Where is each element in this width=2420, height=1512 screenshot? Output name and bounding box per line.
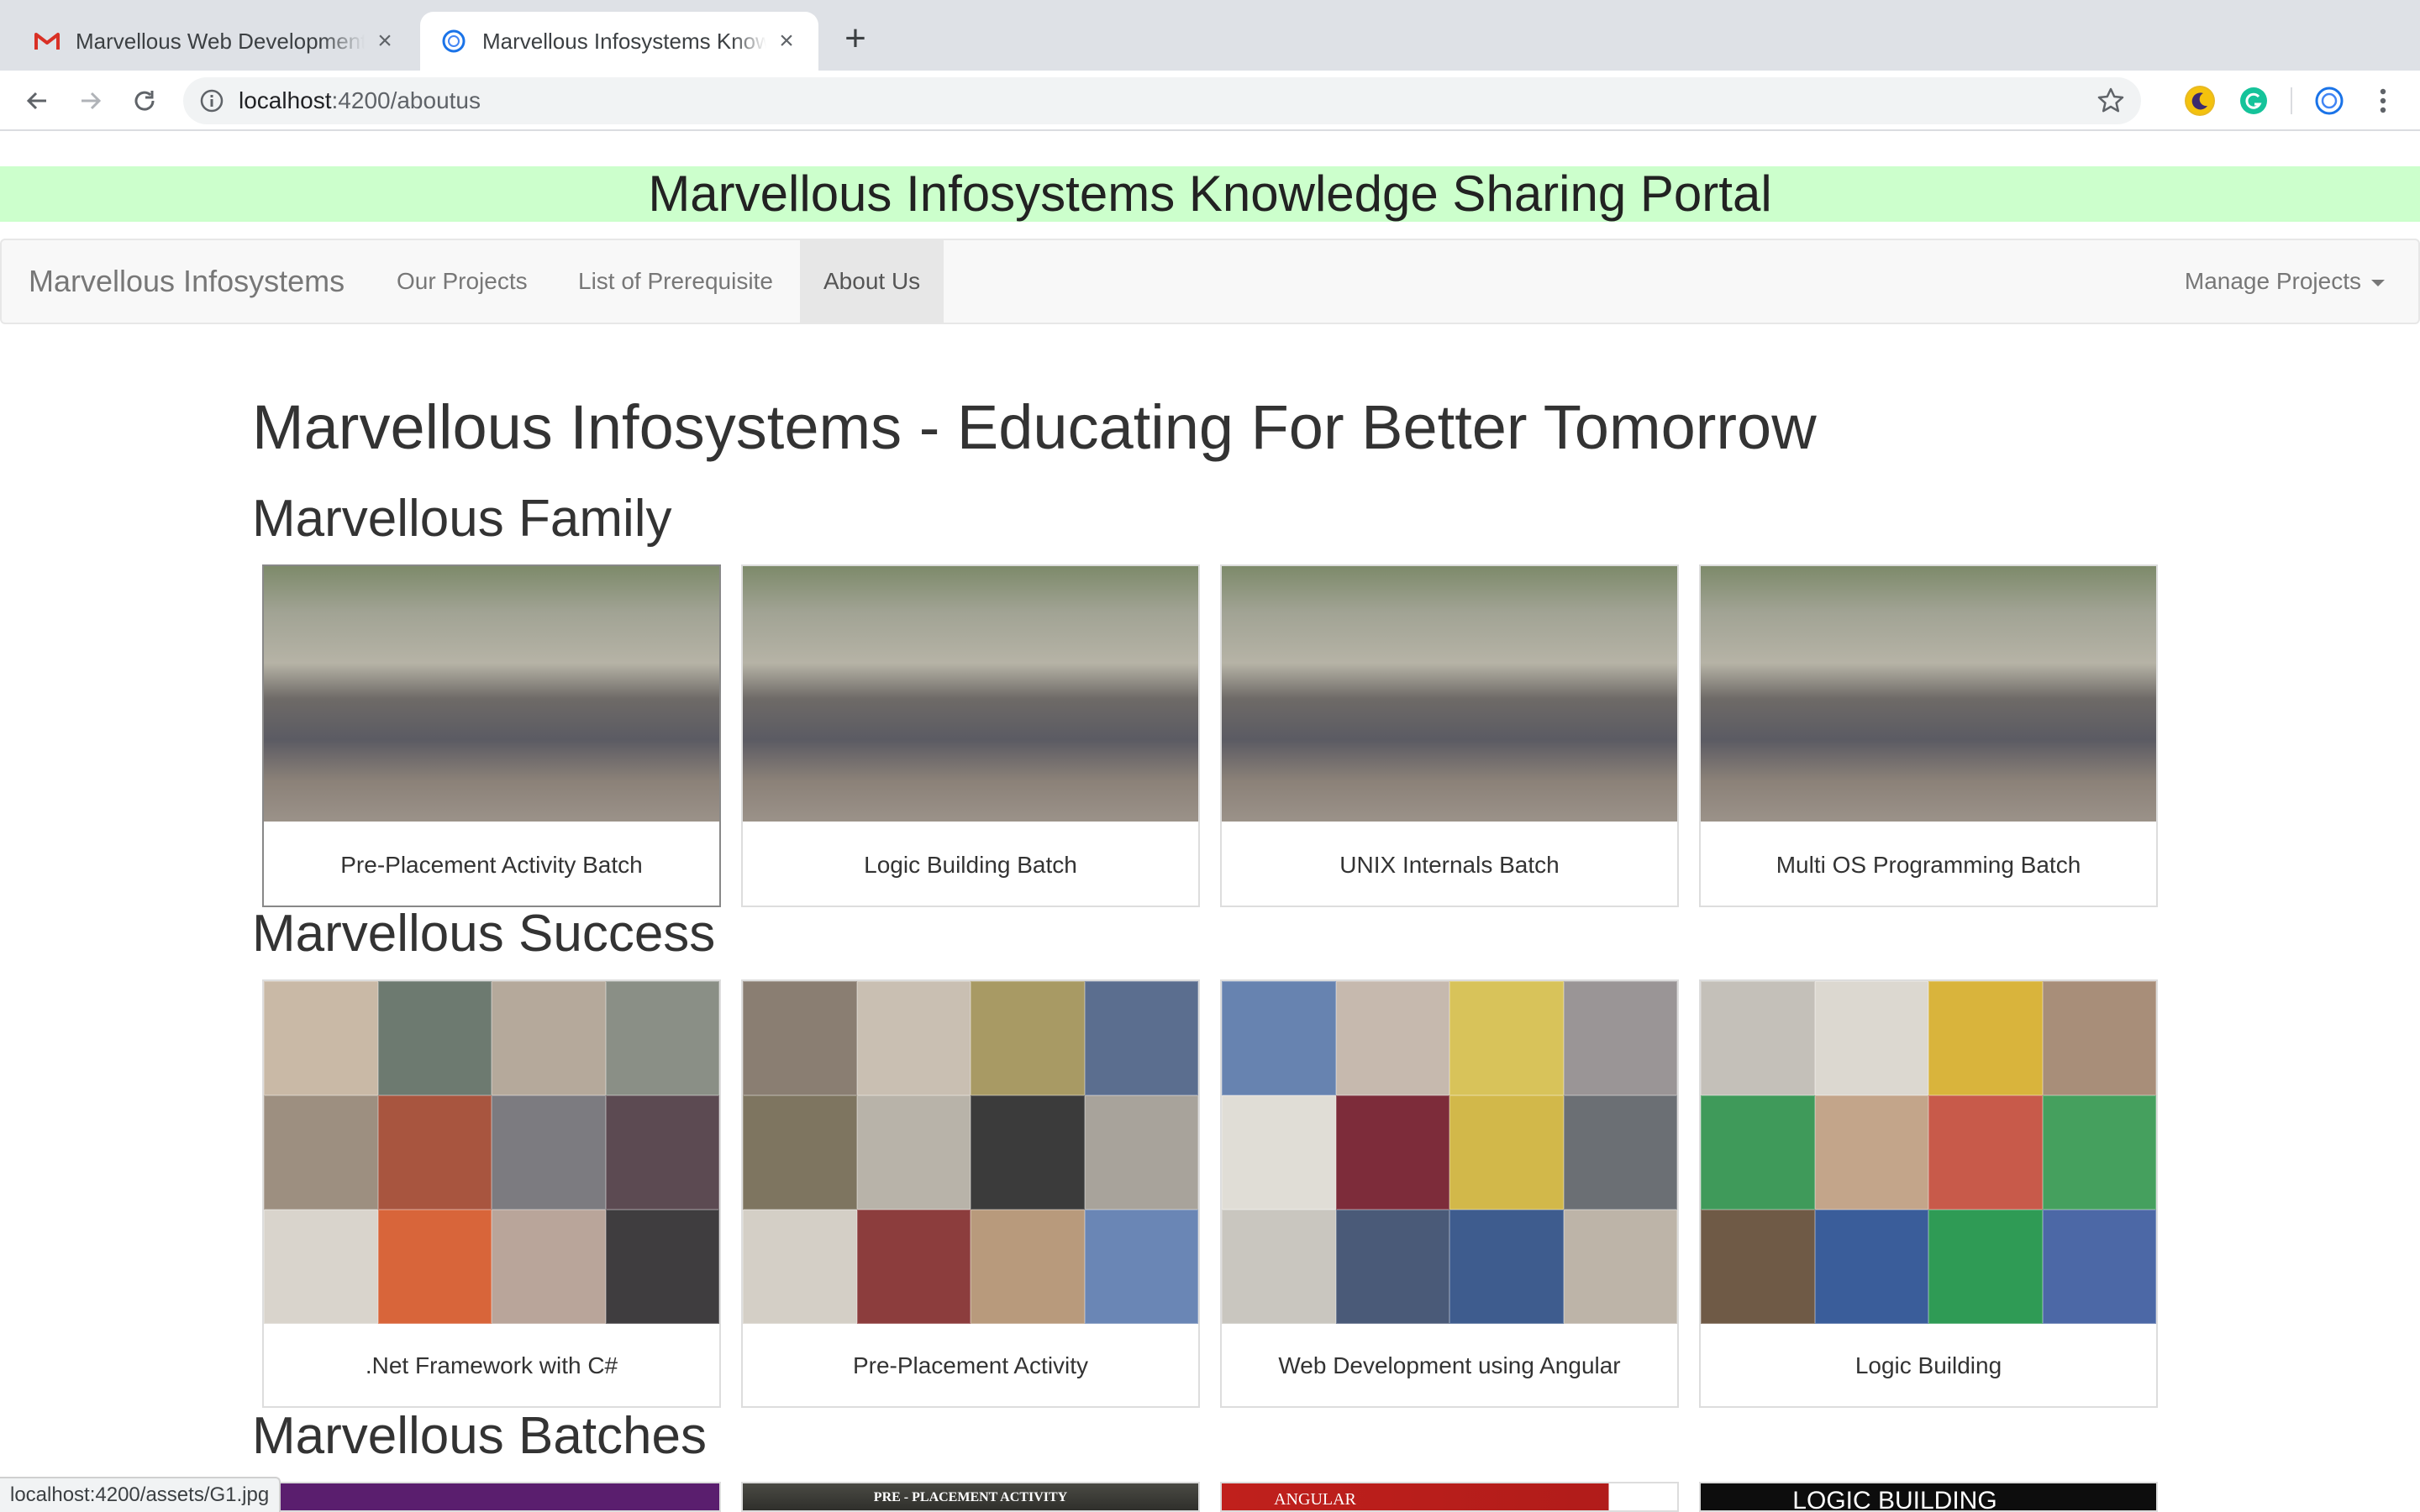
url-host: localhost bbox=[239, 87, 332, 113]
group-photo bbox=[264, 566, 719, 822]
family-card[interactable]: UNIX Internals Batch bbox=[1220, 564, 1679, 907]
success-photo-collage bbox=[1701, 981, 2156, 1324]
url-path: :4200/aboutus bbox=[331, 87, 481, 113]
browser-tab-portal[interactable]: Marvellous Infosystems Knowledge Sharing… bbox=[420, 12, 818, 71]
bookmark-star-icon[interactable] bbox=[2096, 86, 2126, 116]
batch-card[interactable]: ANGULAR bbox=[1220, 1482, 1679, 1512]
grammarly-icon[interactable] bbox=[2238, 86, 2269, 116]
batch-card[interactable]: PRE - PLACEMENT ACTIVITY bbox=[741, 1482, 1200, 1512]
batch-label: LOGIC BUILDING bbox=[1792, 1487, 1997, 1512]
card-caption: Logic Building bbox=[1854, 1352, 2002, 1378]
card-caption: Pre-Placement Activity bbox=[852, 1352, 1089, 1378]
card-caption: Web Development using Angular bbox=[1278, 1352, 1621, 1378]
forward-arrow-icon[interactable] bbox=[72, 82, 109, 119]
navbar-brand[interactable]: Marvellous Infosystems bbox=[29, 240, 345, 323]
browser-toolbar: localhost:4200/aboutus bbox=[0, 71, 2420, 131]
browser-menu-icon[interactable] bbox=[2365, 82, 2402, 119]
browser-tab-strip: Marvellous Web Development × Marvellous … bbox=[0, 0, 2420, 71]
app-navbar: Marvellous Infosystems Our Projects List… bbox=[0, 239, 2420, 324]
batch-label: ANGULAR bbox=[1274, 1490, 1356, 1509]
nav-our-projects[interactable]: Our Projects bbox=[373, 240, 551, 323]
tab-title: Marvellous Infosystems Knowledge Sharing… bbox=[482, 28, 766, 54]
group-photo bbox=[1701, 566, 2156, 822]
manage-projects-dropdown[interactable]: Manage Projects bbox=[2185, 240, 2385, 323]
close-tab-icon[interactable]: × bbox=[775, 29, 798, 54]
success-photo-collage bbox=[1222, 981, 1677, 1324]
address-bar[interactable]: localhost:4200/aboutus bbox=[183, 77, 2141, 124]
back-arrow-icon[interactable] bbox=[18, 82, 55, 119]
card-caption: Multi OS Programming Batch bbox=[1776, 852, 2081, 878]
family-card[interactable]: Logic Building Batch bbox=[741, 564, 1200, 907]
portal-banner: Marvellous Infosystems Knowledge Sharing… bbox=[0, 166, 2420, 222]
success-photo-collage bbox=[743, 981, 1198, 1324]
section-title-success: Marvellous Success bbox=[252, 905, 716, 963]
browser-tab-gmail[interactable]: Marvellous Web Development × bbox=[13, 12, 417, 71]
manage-projects-label: Manage Projects bbox=[2184, 268, 2361, 294]
group-photo bbox=[743, 566, 1198, 822]
site-info-icon[interactable] bbox=[198, 87, 225, 114]
success-photo-collage bbox=[264, 981, 719, 1324]
success-card[interactable]: .Net Framework with C# bbox=[262, 979, 721, 1408]
batch-card[interactable] bbox=[262, 1482, 721, 1512]
moon-extension-icon[interactable] bbox=[2185, 86, 2215, 116]
toolbar-divider bbox=[2291, 87, 2292, 114]
section-title-family: Marvellous Family bbox=[252, 490, 672, 548]
gmail-icon bbox=[34, 28, 60, 55]
success-card[interactable]: Logic Building bbox=[1699, 979, 2158, 1408]
section-title-batches: Marvellous Batches bbox=[252, 1407, 708, 1465]
success-card[interactable]: Web Development using Angular bbox=[1220, 979, 1679, 1408]
success-card[interactable]: Pre-Placement Activity bbox=[741, 979, 1200, 1408]
portal-extension-icon[interactable] bbox=[2314, 86, 2344, 116]
reload-icon[interactable] bbox=[126, 82, 163, 119]
link-status-bar: localhost:4200/assets/G1.jpg bbox=[0, 1477, 281, 1512]
close-tab-icon[interactable]: × bbox=[373, 29, 397, 54]
group-photo bbox=[1222, 566, 1677, 822]
card-caption: Logic Building Batch bbox=[864, 852, 1077, 878]
url-text[interactable]: localhost:4200/aboutus bbox=[239, 87, 481, 114]
family-card[interactable]: Multi OS Programming Batch bbox=[1699, 564, 2158, 907]
card-caption: .Net Framework with C# bbox=[365, 1352, 618, 1378]
batch-label: PRE - PLACEMENT ACTIVITY bbox=[873, 1490, 1068, 1504]
page-heading: Marvellous Infosystems - Educating For B… bbox=[252, 392, 1817, 462]
family-card[interactable]: Pre-Placement Activity Batch bbox=[262, 564, 721, 907]
card-caption: Pre-Placement Activity Batch bbox=[340, 852, 643, 878]
card-caption: UNIX Internals Batch bbox=[1339, 852, 1560, 878]
portal-icon bbox=[440, 28, 467, 55]
tab-title: Marvellous Web Development bbox=[76, 28, 365, 54]
nav-about-us[interactable]: About Us bbox=[800, 240, 944, 323]
batch-card[interactable]: LOGIC BUILDING bbox=[1699, 1482, 2158, 1512]
caret-down-icon bbox=[2371, 279, 2385, 286]
nav-list-of-prerequisite[interactable]: List of Prerequisite bbox=[555, 240, 797, 323]
new-tab-button[interactable]: + bbox=[837, 20, 874, 59]
